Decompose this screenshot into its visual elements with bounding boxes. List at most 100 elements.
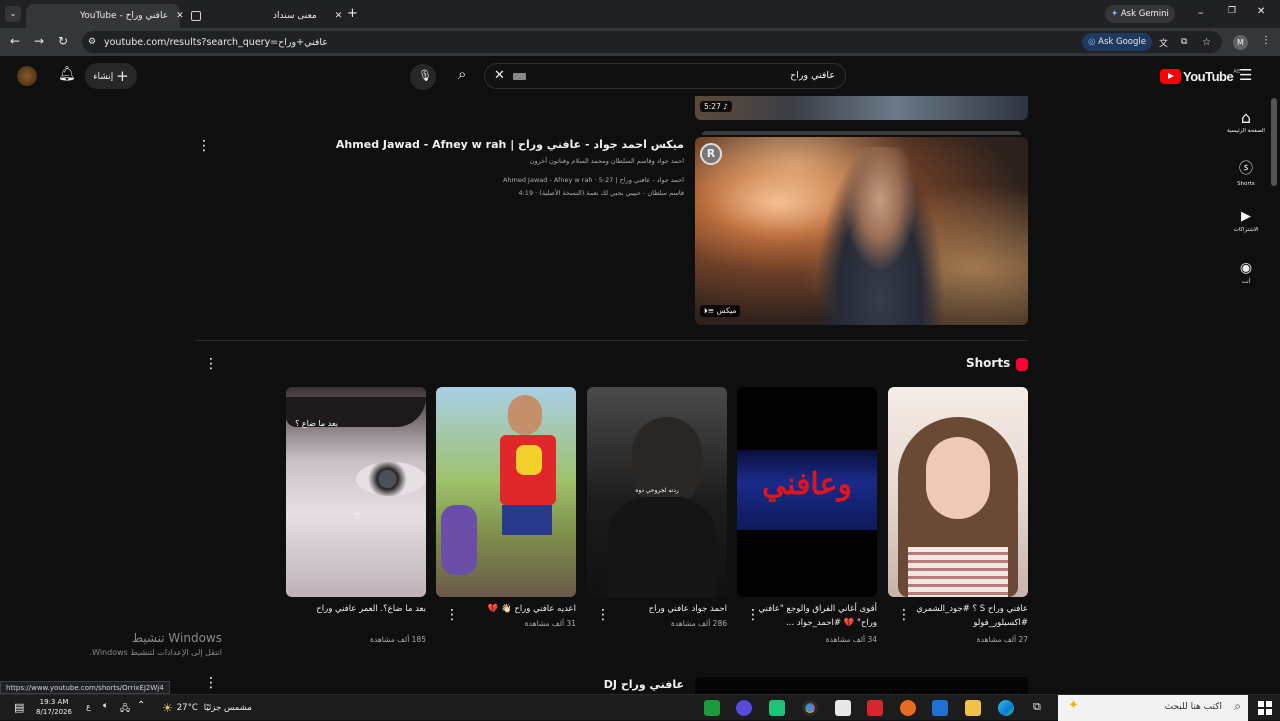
- windows-logo-pane: [1266, 709, 1272, 715]
- reload-icon[interactable]: ↻: [55, 34, 71, 48]
- tab-youtube[interactable]: YouTube - عافني وراح ✕: [26, 4, 184, 28]
- page-scrollbar[interactable]: [1271, 98, 1277, 186]
- start-button[interactable]: [1258, 701, 1272, 715]
- translate-icon[interactable]: 文: [1159, 36, 1168, 49]
- store-icon[interactable]: [835, 700, 851, 716]
- notifications-bell-icon[interactable]: 🔔︎: [58, 66, 76, 82]
- taskbar-clock[interactable]: 19:3 AM 8/17/2026: [34, 697, 74, 717]
- clock-time: 19:3 AM: [39, 698, 69, 706]
- account-avatar[interactable]: [17, 66, 37, 86]
- site-info-icon[interactable]: ⚙: [88, 37, 96, 47]
- mix-track-1[interactable]: احمد جواد - عافني وراح | Ahmed Jawad - A…: [300, 176, 684, 184]
- weather-widget[interactable]: ☀︎ 27°C مشمس جزئيًا: [162, 700, 252, 716]
- minimize-button[interactable]: –: [1198, 6, 1204, 19]
- short-thumbnail-2[interactable]: وعافني: [737, 387, 877, 597]
- sidebar-item-you[interactable]: ◉ أنت: [1226, 260, 1266, 285]
- tab-other[interactable]: معنى سنداد ✕: [184, 4, 344, 28]
- new-tab-button[interactable]: +: [347, 6, 358, 21]
- search-box[interactable]: ✕ عافني وراح: [484, 63, 846, 89]
- tray-chevron-icon[interactable]: ⌃: [137, 700, 145, 711]
- mix-badge-label: ميكس: [716, 306, 737, 315]
- next-thumbnail[interactable]: [695, 677, 1028, 694]
- task-view-icon[interactable]: ⧉: [1033, 700, 1041, 714]
- taskbar-search-box[interactable]: ✦ اكتب هنا للبحث ⌕: [1058, 695, 1248, 721]
- more-actions-icon[interactable]: ⋮: [197, 139, 211, 153]
- search-icon[interactable]: ⌕: [458, 65, 466, 83]
- wps-icon[interactable]: [867, 700, 883, 716]
- app-icon-purple[interactable]: [736, 700, 752, 716]
- short-overlay-text: بعد ما ضاع ؟: [295, 419, 338, 428]
- short-thumbnail-5[interactable]: بعد ما ضاع ؟: [286, 387, 426, 597]
- ask-google-button[interactable]: ◎ Ask Google: [1082, 33, 1152, 51]
- next-more-icon[interactable]: ⋮: [204, 676, 218, 690]
- windows-logo-pane: [1258, 701, 1264, 707]
- short-thumbnail-1[interactable]: [888, 387, 1028, 597]
- clear-search-icon[interactable]: ✕: [494, 68, 505, 83]
- short-thumbnail-4[interactable]: [436, 387, 576, 597]
- windows-logo-pane: [1266, 701, 1272, 707]
- short-title-4[interactable]: اعديه عافني وراح 👋🏻 💔: [454, 602, 576, 616]
- speaker-icon[interactable]: 🔈︎: [103, 701, 108, 711]
- guide-menu-icon[interactable]: ☰: [1239, 66, 1252, 84]
- sidebar-item-subscriptions[interactable]: ▶︎ الاشتراكات: [1226, 209, 1266, 233]
- address-text: youtube.com/results?search_query=عافني+و…: [104, 36, 328, 48]
- voice-search-button[interactable]: 🎙︎: [410, 64, 436, 90]
- tab-search-button[interactable]: ⌄: [5, 6, 21, 22]
- short-title-5[interactable]: بعد ما ضاع؟. العمر عافني وراح: [286, 602, 426, 616]
- short-more-icon[interactable]: ⋮: [596, 608, 610, 622]
- back-icon[interactable]: ←: [7, 34, 23, 48]
- close-window-button[interactable]: ✕: [1257, 6, 1265, 17]
- forward-icon[interactable]: →: [31, 34, 47, 48]
- weather-sun-icon: ☀︎: [162, 701, 173, 715]
- activation-watermark-title: تنشيط Windows: [131, 631, 222, 645]
- edge-icon[interactable]: [998, 700, 1014, 716]
- chrome-taskbar-icon[interactable]: [802, 700, 818, 716]
- input-language[interactable]: ع: [86, 702, 91, 711]
- sidebar-item-shorts[interactable]: ⓢ Shorts: [1226, 158, 1266, 187]
- keyboard-icon[interactable]: [513, 73, 526, 80]
- mix-title[interactable]: ميكس احمد جواد - عافني وراح | Ahmed Jawa…: [300, 138, 684, 151]
- boy-head: [508, 395, 542, 435]
- youtube-logo[interactable]: YouTube AE: [1160, 68, 1240, 84]
- create-button[interactable]: إنشاء +: [85, 63, 137, 89]
- boy-shorts: [502, 505, 552, 535]
- notifications-icon[interactable]: ▤: [14, 701, 24, 714]
- short-more-icon[interactable]: ⋮: [897, 608, 911, 622]
- short-title-1[interactable]: عافني وراح S ؟ #جود_الشمري #اكسبلور_فولو: [906, 602, 1028, 630]
- close-tab-icon[interactable]: ✕: [176, 11, 184, 21]
- file-explorer-icon[interactable]: [965, 700, 981, 716]
- next-result-title[interactable]: عافني وراح DJ: [560, 678, 684, 691]
- short-thumbnail-3[interactable]: ردته لجروحي دوه: [587, 387, 727, 597]
- sidebar-item-home[interactable]: ⌂ الصفحة الرئيسية: [1226, 108, 1266, 134]
- mix-track-2[interactable]: قاسم سلطان - حبيبي بجبي لك نعمة (النسخة …: [300, 189, 684, 197]
- shorts-icon: ⓢ: [1239, 161, 1253, 177]
- ask-gemini-button[interactable]: ✦ Ask Gemini: [1105, 5, 1175, 23]
- sidebar-item-label: الاشتراكات: [1233, 227, 1259, 233]
- media-player-icon[interactable]: [704, 700, 720, 716]
- grammarly-icon[interactable]: [900, 700, 916, 716]
- chrome-menu-icon[interactable]: ⋮: [1261, 35, 1271, 46]
- mix-badge: ⏵≡ ميكس: [700, 305, 741, 317]
- mix-thumbnail[interactable]: R ⏵≡ ميكس: [695, 137, 1028, 325]
- short-more-icon[interactable]: ⋮: [445, 608, 459, 622]
- youtube-logo-text: YouTube: [1183, 68, 1234, 84]
- profile-avatar[interactable]: M: [1233, 35, 1248, 50]
- install-icon[interactable]: ⧉: [1181, 37, 1187, 47]
- short-title-3[interactable]: احمد جواد عافني وراح: [605, 602, 727, 616]
- shelf-more-icon[interactable]: ⋮: [204, 357, 218, 371]
- create-label: إنشاء: [93, 72, 114, 82]
- bookmark-star-icon[interactable]: ☆: [1202, 37, 1211, 48]
- search-input[interactable]: عافني وراح: [790, 70, 835, 81]
- short-more-icon[interactable]: ⋮: [746, 608, 760, 622]
- boy-shirt-print: [516, 445, 542, 475]
- network-icon[interactable]: 🖧︎: [120, 701, 130, 717]
- mix-icon: ⏵≡: [704, 306, 715, 315]
- mail-icon[interactable]: [932, 700, 948, 716]
- address-bar[interactable]: ⚙ youtube.com/results?search_query=عافني…: [82, 31, 1222, 53]
- video-thumbnail[interactable]: 5:27 ♪: [695, 96, 1028, 120]
- short-overlay-text: وعافني: [762, 467, 852, 502]
- app-icon-green[interactable]: [769, 700, 785, 716]
- close-tab-icon[interactable]: ✕: [335, 11, 343, 21]
- short-title-2[interactable]: أقوى أغاني الفراق والوجع "عافني وراح" 💔 …: [755, 602, 877, 630]
- restore-button[interactable]: ❐: [1228, 6, 1236, 16]
